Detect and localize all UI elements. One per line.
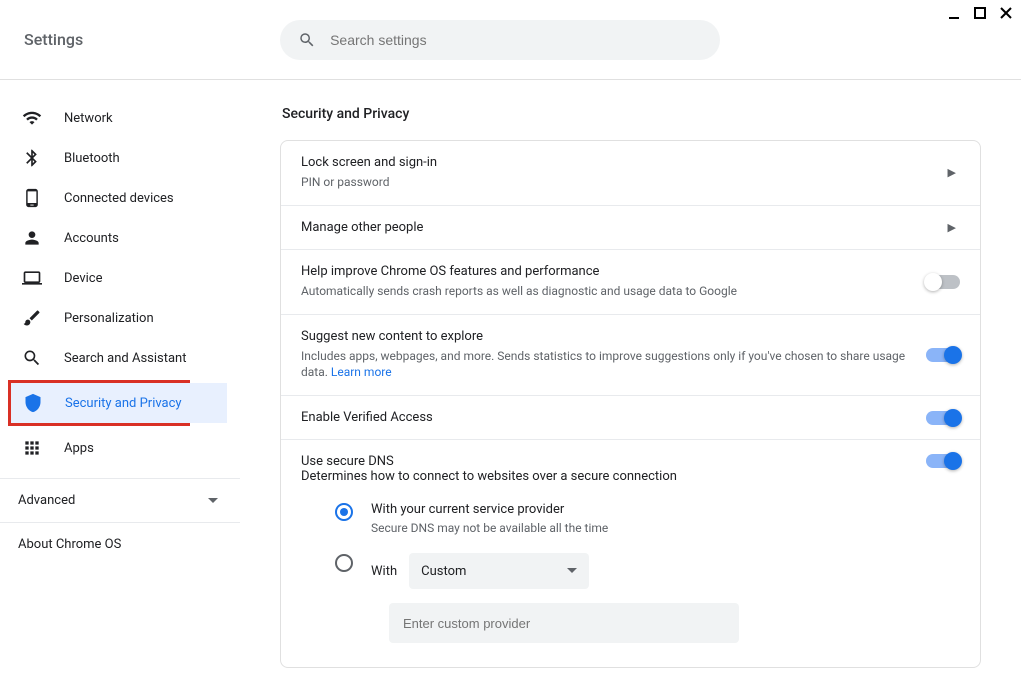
sidebar-about[interactable]: About Chrome OS (0, 522, 240, 566)
sidebar-item-device[interactable]: Device (0, 258, 240, 298)
row-verified-access: Enable Verified Access (281, 396, 980, 440)
sidebar-item-bluetooth[interactable]: Bluetooth (0, 138, 240, 178)
wifi-icon (22, 108, 42, 128)
custom-provider-input[interactable] (389, 603, 739, 643)
row-suggest: Suggest new content to explore Includes … (281, 315, 980, 397)
option-label: With (371, 564, 397, 579)
sidebar-item-accounts[interactable]: Accounts (0, 218, 240, 258)
row-title: Lock screen and sign-in (301, 155, 944, 170)
search-box[interactable] (280, 20, 720, 60)
sidebar-item-label: Search and Assistant (64, 351, 187, 366)
search-icon (22, 348, 42, 368)
row-title: Help improve Chrome OS features and perf… (301, 264, 926, 279)
shield-icon (23, 393, 43, 413)
section-title: Security and Privacy (282, 106, 981, 122)
sidebar-item-apps[interactable]: Apps (0, 428, 240, 468)
row-sub: Determines how to connect to websites ov… (301, 469, 926, 484)
row-manage-people[interactable]: Manage other people ▶ (281, 206, 980, 250)
page-title: Settings (24, 30, 83, 49)
row-title: Enable Verified Access (301, 410, 926, 425)
learn-more-link[interactable]: Learn more (331, 365, 392, 379)
sidebar-item-search-assistant[interactable]: Search and Assistant (0, 338, 240, 378)
person-icon (22, 228, 42, 248)
sidebar-item-label: Device (64, 271, 103, 286)
sidebar-item-label: Bluetooth (64, 151, 120, 166)
sidebar-item-network[interactable]: Network (0, 98, 240, 138)
apps-icon (22, 438, 42, 458)
search-icon (298, 31, 316, 49)
sidebar-item-label: Security and Privacy (65, 396, 182, 411)
sidebar-item-label: Connected devices (64, 191, 174, 206)
laptop-icon (22, 268, 42, 288)
brush-icon (22, 308, 42, 328)
sidebar-item-label: Network (64, 111, 113, 126)
chevron-right-icon: ▶ (944, 221, 960, 234)
maximize-button[interactable] (973, 6, 987, 20)
highlight-box: Security and Privacy (8, 380, 190, 426)
radio-selected[interactable] (335, 503, 353, 521)
dns-option-custom[interactable]: With Custom (335, 553, 960, 589)
toggle-suggest[interactable] (926, 348, 960, 362)
settings-card: Lock screen and sign-in PIN or password … (280, 140, 981, 668)
bluetooth-icon (22, 148, 42, 168)
dns-provider-select[interactable]: Custom (409, 553, 589, 589)
chevron-down-icon (208, 498, 218, 504)
toggle-verified[interactable] (926, 411, 960, 425)
toggle-improve[interactable] (926, 275, 960, 289)
search-input[interactable] (330, 32, 702, 48)
close-button[interactable] (999, 6, 1013, 20)
row-sub: Includes apps, webpages, and more. Sends… (301, 348, 926, 382)
select-value: Custom (421, 564, 466, 579)
row-title: Manage other people (301, 220, 944, 235)
row-title: Suggest new content to explore (301, 329, 926, 344)
chevron-right-icon: ▶ (944, 166, 960, 179)
dns-option-current-provider[interactable]: With your current service provider Secur… (335, 502, 960, 535)
row-lockscreen[interactable]: Lock screen and sign-in PIN or password … (281, 141, 980, 206)
sidebar-item-personalization[interactable]: Personalization (0, 298, 240, 338)
sidebar-item-connected-devices[interactable]: Connected devices (0, 178, 240, 218)
about-label: About Chrome OS (18, 537, 121, 552)
radio-unselected[interactable] (335, 554, 353, 572)
toggle-dns[interactable] (926, 454, 960, 468)
phone-icon (22, 188, 42, 208)
option-sub: Secure DNS may not be available all the … (371, 521, 608, 535)
row-secure-dns: Use secure DNS Determines how to connect… (281, 440, 980, 667)
sidebar-item-security[interactable]: Security and Privacy (11, 383, 227, 423)
minimize-button[interactable] (947, 6, 961, 20)
sidebar-item-label: Accounts (64, 231, 119, 246)
row-sub: PIN or password (301, 174, 944, 191)
row-sub: Automatically sends crash reports as wel… (301, 283, 926, 300)
row-title: Use secure DNS (301, 454, 926, 469)
option-label: With your current service provider (371, 502, 608, 517)
sidebar-item-label: Apps (64, 441, 94, 456)
sidebar-item-label: Personalization (64, 311, 154, 326)
chevron-down-icon (567, 568, 577, 574)
advanced-label: Advanced (18, 493, 75, 508)
sidebar-advanced[interactable]: Advanced (0, 478, 240, 522)
row-improve: Help improve Chrome OS features and perf… (281, 250, 980, 315)
